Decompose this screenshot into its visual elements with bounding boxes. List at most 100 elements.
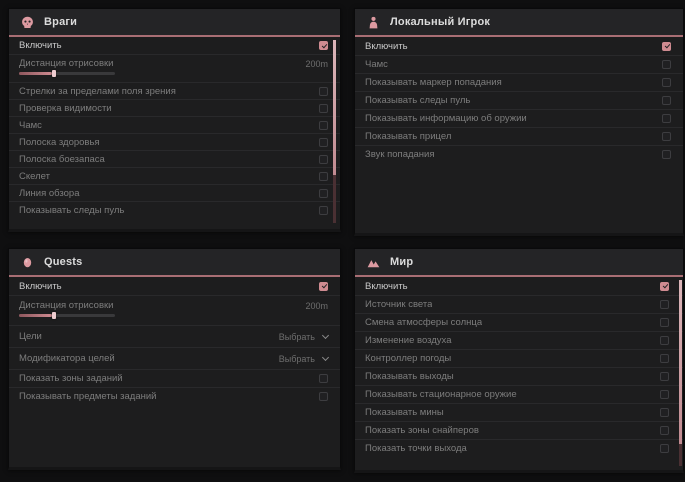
checkbox[interactable] [662, 60, 671, 69]
render-distance-setting: Дистанция отрисовки200m [9, 54, 340, 82]
setting-row[interactable]: Показать зоны заданий [9, 369, 340, 387]
skull-icon [21, 16, 34, 29]
setting-row[interactable]: Показывать следы пуль [355, 91, 683, 109]
setting-label: Линия обзора [19, 188, 80, 199]
checkbox[interactable] [319, 155, 328, 164]
setting-row[interactable]: Полоска здоровья [9, 133, 340, 150]
checkbox[interactable] [662, 78, 671, 87]
panel-body: Включить Источник света Смена атмосферы со… [355, 277, 683, 457]
setting-row[interactable]: Показывать информацию об оружии [355, 109, 683, 127]
checkbox[interactable] [319, 87, 328, 96]
panel-title: Враги [44, 16, 77, 28]
setting-row[interactable]: Показывать стационарное оружие [355, 385, 683, 403]
slider-thumb[interactable] [52, 312, 56, 319]
checkbox[interactable] [319, 172, 328, 181]
setting-row[interactable]: Проверка видимости [9, 99, 340, 116]
checkbox[interactable] [662, 114, 671, 123]
dropdown-button[interactable]: Выбрать [279, 332, 328, 342]
setting-row[interactable]: Стрелки за пределами поля зрения [9, 82, 340, 99]
setting-row[interactable]: Чамс [9, 116, 340, 133]
checkbox[interactable] [660, 300, 669, 309]
setting-label: Дистанция отрисовки [19, 300, 113, 311]
scrollbar[interactable] [333, 40, 336, 223]
dropdown-button[interactable]: Выбрать [279, 354, 328, 364]
checkbox[interactable] [662, 150, 671, 159]
setting-label: Смена атмосферы солнца [365, 317, 482, 328]
checkbox[interactable] [319, 392, 328, 401]
checkbox[interactable] [662, 96, 671, 105]
setting-row[interactable]: Изменение воздуха [355, 331, 683, 349]
slider-fill [19, 72, 52, 75]
setting-row[interactable]: Показывать выходы [355, 367, 683, 385]
setting-row[interactable]: Включить [9, 37, 340, 54]
panel-header: Враги [9, 9, 340, 37]
render-distance-slider[interactable] [19, 314, 115, 317]
slider-thumb[interactable] [52, 70, 56, 77]
setting-row[interactable]: Линия обзора [9, 184, 340, 201]
panel-title: Quests [44, 256, 83, 268]
checkbox[interactable] [319, 138, 328, 147]
checkbox[interactable] [660, 426, 669, 435]
checkbox[interactable] [660, 390, 669, 399]
setting-label: Показывать следы пуль [19, 205, 124, 216]
setting-label: Включить [365, 281, 408, 292]
setting-row[interactable]: Скелет [9, 167, 340, 184]
setting-row[interactable]: Смена атмосферы солнца [355, 313, 683, 331]
checkbox[interactable] [660, 372, 669, 381]
scrollbar-thumb[interactable] [679, 280, 682, 444]
setting-row[interactable]: Включить [355, 277, 683, 295]
setting-row[interactable]: Показывать следы пуль [9, 201, 340, 218]
setting-row[interactable]: Источник света [355, 295, 683, 313]
setting-row[interactable]: Чамс [355, 55, 683, 73]
setting-label: Изменение воздуха [365, 335, 452, 346]
checkbox[interactable] [319, 206, 328, 215]
setting-row[interactable]: Показывать предметы заданий [9, 387, 340, 405]
render-distance-slider[interactable] [19, 72, 115, 75]
checkbox[interactable] [319, 121, 328, 130]
checkbox[interactable] [660, 408, 669, 417]
panel-header: Мир [355, 249, 683, 277]
setting-row[interactable]: Показывать мины [355, 403, 683, 421]
checkbox[interactable] [660, 318, 669, 327]
checkbox[interactable] [660, 336, 669, 345]
checkbox[interactable] [319, 41, 328, 50]
setting-row[interactable]: Контроллер погоды [355, 349, 683, 367]
panel-quests: Quests Включить Дистанция отрисовки200mЦел… [8, 248, 341, 470]
setting-row[interactable]: Включить [355, 37, 683, 55]
panel-world: Мир Включить Источник света Смена атмосферы… [354, 248, 684, 473]
setting-label: Показать зоны снайперов [365, 425, 479, 436]
setting-label: Чамс [19, 120, 42, 131]
setting-label: Показывать выходы [365, 371, 454, 382]
setting-row[interactable]: Показать зоны снайперов [355, 421, 683, 439]
setting-row[interactable]: Показать точки выхода [355, 439, 683, 457]
panel-header: Локальный Игрок [355, 9, 683, 37]
render-distance-setting: Дистанция отрисовки200m [9, 295, 340, 325]
checkbox[interactable] [319, 282, 328, 291]
setting-label: Включить [19, 281, 62, 292]
setting-label: Показывать информацию об оружии [365, 113, 527, 124]
mountains-icon [367, 256, 380, 269]
checkbox[interactable] [319, 189, 328, 198]
setting-row[interactable]: Показывать прицел [355, 127, 683, 145]
checkbox[interactable] [660, 282, 669, 291]
panel-header: Quests [9, 249, 340, 277]
checkbox[interactable] [660, 444, 669, 453]
setting-label: Показать точки выхода [365, 443, 467, 454]
setting-row[interactable]: Включить [9, 277, 340, 295]
scrollbar[interactable] [679, 280, 682, 466]
setting-row[interactable]: Показывать маркер попадания [355, 73, 683, 91]
checkbox[interactable] [319, 104, 328, 113]
checkbox[interactable] [662, 132, 671, 141]
scrollbar-thumb[interactable] [333, 40, 336, 175]
checkbox[interactable] [662, 42, 671, 51]
setting-label: Показывать маркер попадания [365, 77, 502, 88]
panel-body: ВключитьЧамс Показывать маркер попадания П… [355, 37, 683, 163]
checkbox[interactable] [660, 354, 669, 363]
setting-label: Модификатора целей [19, 353, 115, 364]
panel-local-player: Локальный ИгрокВключитьЧамс Показывать ма… [354, 8, 684, 236]
setting-row[interactable]: Полоска боезапаса [9, 150, 340, 167]
slider-value: 200m [305, 59, 328, 69]
setting-row[interactable]: Звук попадания [355, 145, 683, 163]
checkbox[interactable] [319, 374, 328, 383]
setting-row: ЦелиВыбрать [9, 325, 340, 347]
